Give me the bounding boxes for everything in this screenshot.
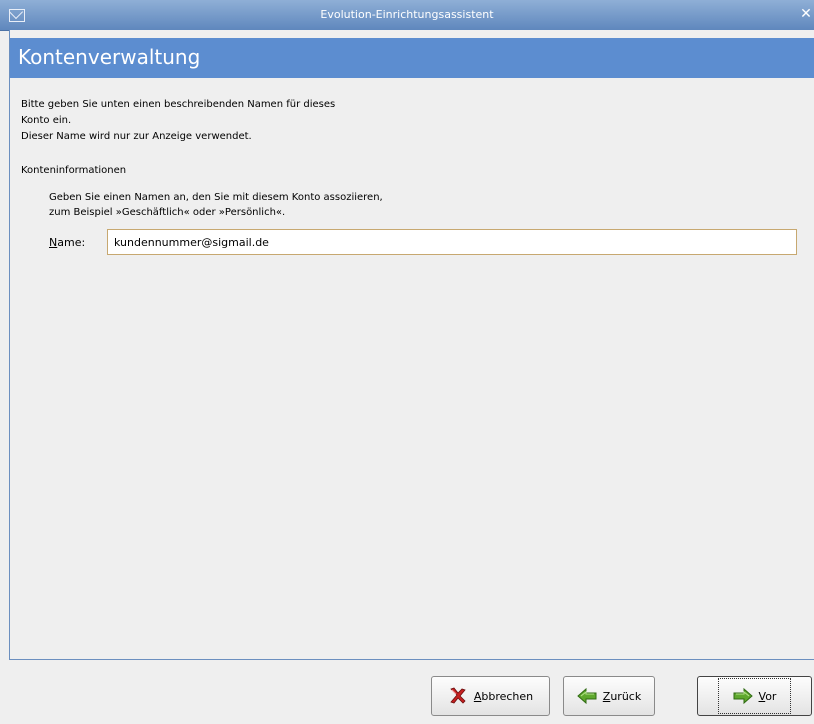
- cancel-rest: bbrechen: [481, 689, 534, 703]
- section-label: Konteninformationen: [21, 165, 127, 176]
- name-label: Name:: [49, 236, 85, 249]
- name-label-accel: N: [49, 236, 58, 249]
- next-button[interactable]: Vor: [697, 676, 812, 716]
- intro-line-1: Bitte geben Sie unten einen beschreibend…: [21, 99, 336, 110]
- account-name-input[interactable]: [107, 229, 797, 255]
- cancel-button-label: Abbrechen: [474, 690, 533, 703]
- back-button[interactable]: Zurück: [563, 676, 655, 716]
- window-titlebar: Evolution-Einrichtungsassistent ✕: [0, 0, 814, 31]
- intro-line-2: Konto ein.: [21, 115, 72, 126]
- arrow-right-icon: [733, 687, 753, 705]
- hint-line-2: zum Beispiel »Geschäftlich« oder »Persön…: [49, 207, 286, 218]
- cancel-x-icon: [450, 687, 466, 704]
- back-rest: urück: [610, 689, 642, 703]
- window-title: Evolution-Einrichtungsassistent: [320, 8, 494, 21]
- cancel-button[interactable]: Abbrechen: [431, 676, 550, 716]
- name-label-rest: ame:: [57, 236, 86, 249]
- hint-line-1: Geben Sie einen Namen an, den Sie mit di…: [49, 192, 383, 203]
- page-title: Kontenverwaltung: [18, 45, 201, 69]
- next-rest: or: [765, 689, 777, 703]
- back-button-label: Zurück: [603, 690, 641, 703]
- next-button-focus: Vor: [717, 678, 792, 714]
- section-hint: Geben Sie einen Namen an, den Sie mit di…: [49, 190, 549, 220]
- arrow-left-icon: [577, 687, 597, 705]
- page-header: Kontenverwaltung: [10, 38, 814, 78]
- intro-text: Bitte geben Sie unten einen beschreibend…: [21, 97, 521, 145]
- intro-line-3: Dieser Name wird nur zur Anzeige verwend…: [21, 131, 252, 142]
- close-icon[interactable]: ✕: [798, 6, 814, 22]
- next-button-label: Vor: [759, 690, 777, 703]
